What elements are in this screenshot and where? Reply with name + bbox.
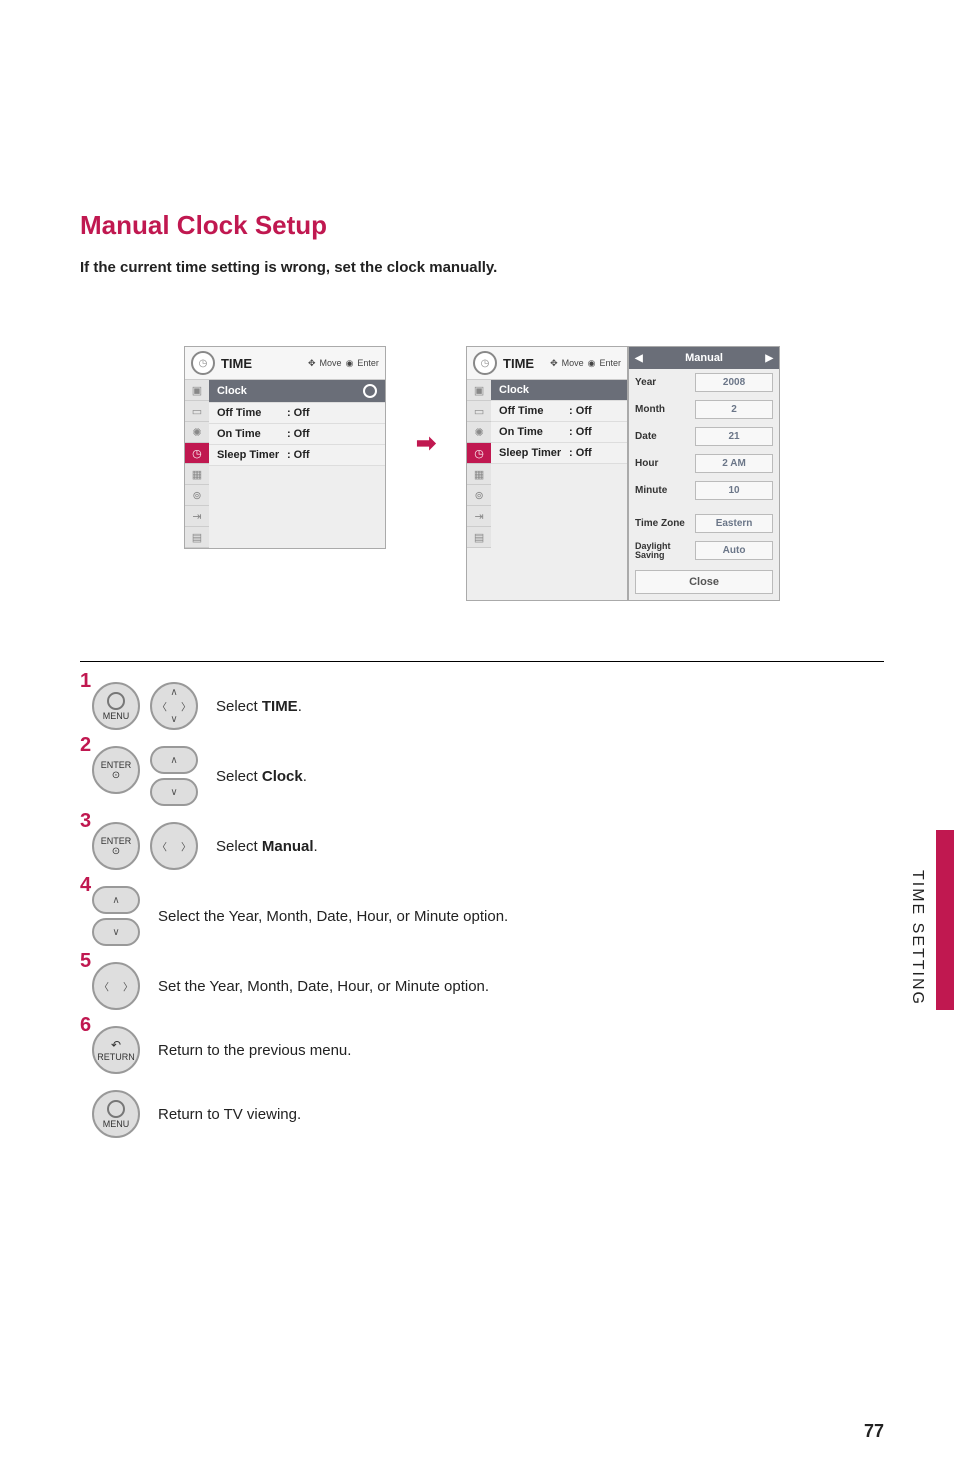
step-number: 4 (80, 874, 91, 897)
section-label: TIME SETTING (908, 870, 926, 1006)
menu-row-offtime[interactable]: Off Time : Off (209, 403, 385, 424)
detail-hour[interactable]: Hour2 AM (629, 450, 779, 477)
step-number: 2 (80, 734, 91, 757)
step-number: 6 (80, 1014, 91, 1037)
step-number: 5 (80, 950, 91, 973)
tab-icon: ⊚ (185, 485, 209, 506)
remote-return-button: ↶RETURN (92, 1026, 140, 1074)
tab-icon-clock: ◷ (467, 443, 491, 464)
tab-icon: ▭ (185, 401, 209, 422)
osd-time-menu-left: ◷ TIME ✥Move ◉Enter ▣ ▭ ✺ ◷ ▦ ⊚ ⇥ ▤ (184, 346, 386, 549)
step-6: 6 ↶RETURN Return to the previous menu. (80, 1026, 854, 1074)
menu-row-ontime[interactable]: On Time : Off (491, 422, 627, 443)
step-number: 1 (80, 670, 91, 693)
osd-category-icons: ▣ ▭ ✺ ◷ ▦ ⊚ ⇥ ▤ (467, 380, 491, 548)
steps-list: 1 MENU ∧∨〈〉 Select TIME. 2 ENTER⊙ ∧∨ Sel… (80, 682, 854, 1138)
osd-title: TIME (503, 356, 550, 371)
page-title: Manual Clock Setup (80, 210, 884, 241)
separator (80, 661, 884, 662)
step-1: 1 MENU ∧∨〈〉 Select TIME. (80, 682, 854, 730)
tab-icon: ▦ (467, 464, 491, 485)
step-2: 2 ENTER⊙ ∧∨ Select Clock. (80, 746, 854, 806)
remote-enter-button: ENTER⊙ (92, 822, 140, 870)
step-text: Select TIME. (216, 698, 302, 715)
page-number: 77 (864, 1421, 884, 1442)
step-7: MENU Return to TV viewing. (80, 1090, 854, 1138)
page-description: If the current time setting is wrong, se… (80, 259, 884, 276)
osd-hint: ✥Move ◉Enter (550, 358, 621, 369)
detail-month[interactable]: Month2 (629, 396, 779, 423)
detail-mode-row[interactable]: ◀ Manual ▶ (629, 347, 779, 369)
remote-updown-icon: ∧∨ (150, 746, 198, 806)
step-text: Select Manual. (216, 838, 318, 855)
step-text: Return to TV viewing. (158, 1106, 301, 1123)
step-5: 5 〈〉 Set the Year, Month, Date, Hour, or… (80, 962, 854, 1010)
tab-icon: ⇥ (467, 506, 491, 527)
osd-category-icons: ▣ ▭ ✺ ◷ ▦ ⊚ ⇥ ▤ (185, 380, 209, 548)
menu-row-clock[interactable]: Clock (209, 380, 385, 403)
side-tab (936, 830, 954, 1010)
detail-timezone[interactable]: Time ZoneEastern (629, 510, 779, 537)
remote-enter-button: ENTER⊙ (92, 746, 140, 794)
remote-leftright-icon: 〈〉 (92, 962, 140, 1010)
osd-panels: ◷ TIME ✥Move ◉Enter ▣ ▭ ✺ ◷ ▦ ⊚ ⇥ ▤ (80, 346, 884, 601)
tab-icon: ▤ (467, 527, 491, 548)
step-text: Select the Year, Month, Date, Hour, or M… (158, 908, 508, 925)
remote-dpad-icon: ∧∨〈〉 (150, 682, 198, 730)
tab-icon: ▦ (185, 464, 209, 485)
tab-icon: ✺ (185, 422, 209, 443)
osd-title: TIME (221, 356, 308, 371)
menu-row-clock[interactable]: Clock (491, 380, 627, 401)
chevron-right-icon: ▶ (765, 353, 773, 364)
step-4: 4 ∧∨ Select the Year, Month, Date, Hour,… (80, 886, 854, 946)
clock-icon: ◷ (191, 351, 215, 375)
step-3: 3 ENTER⊙ 〈〉 Select Manual. (80, 822, 854, 870)
tab-icon: ⊚ (467, 485, 491, 506)
tab-icon: ▭ (467, 401, 491, 422)
arrow-icon: ➡ (416, 429, 436, 458)
tab-icon-clock: ◷ (185, 443, 209, 464)
osd-time-menu-right: ◷ TIME ✥Move ◉Enter ▣ ▭ ✺ ◷ ▦ ⊚ (466, 346, 628, 601)
close-button[interactable]: Close (635, 570, 773, 594)
menu-row-ontime[interactable]: On Time : Off (209, 424, 385, 445)
tab-icon: ▣ (467, 380, 491, 401)
remote-menu-button: MENU (92, 682, 140, 730)
detail-date[interactable]: Date21 (629, 423, 779, 450)
remote-menu-button: MENU (92, 1090, 140, 1138)
osd-hint: ✥Move ◉Enter (308, 358, 379, 369)
tab-icon: ▤ (185, 527, 209, 548)
clock-detail-panel: ◀ Manual ▶ Year2008 Month2 Date21 Hour2 … (628, 346, 780, 601)
step-text: Return to the previous menu. (158, 1042, 351, 1059)
tab-icon: ⇥ (185, 506, 209, 527)
step-text: Set the Year, Month, Date, Hour, or Minu… (158, 978, 489, 995)
remote-leftright-icon: 〈〉 (150, 822, 198, 870)
step-text: Select Clock. (216, 768, 307, 785)
tab-icon: ✺ (467, 422, 491, 443)
menu-row-sleeptimer[interactable]: Sleep Timer : Off (491, 443, 627, 464)
chevron-left-icon: ◀ (635, 353, 643, 364)
step-number: 3 (80, 810, 91, 833)
radio-icon (363, 384, 377, 398)
tab-icon: ▣ (185, 380, 209, 401)
menu-row-sleeptimer[interactable]: Sleep Timer : Off (209, 445, 385, 466)
menu-row-offtime[interactable]: Off Time : Off (491, 401, 627, 422)
remote-updown-icon: ∧∨ (92, 886, 140, 946)
detail-daylight[interactable]: Daylight SavingAuto (629, 537, 779, 564)
detail-year[interactable]: Year2008 (629, 369, 779, 396)
detail-minute[interactable]: Minute10 (629, 477, 779, 504)
clock-icon: ◷ (473, 351, 497, 375)
